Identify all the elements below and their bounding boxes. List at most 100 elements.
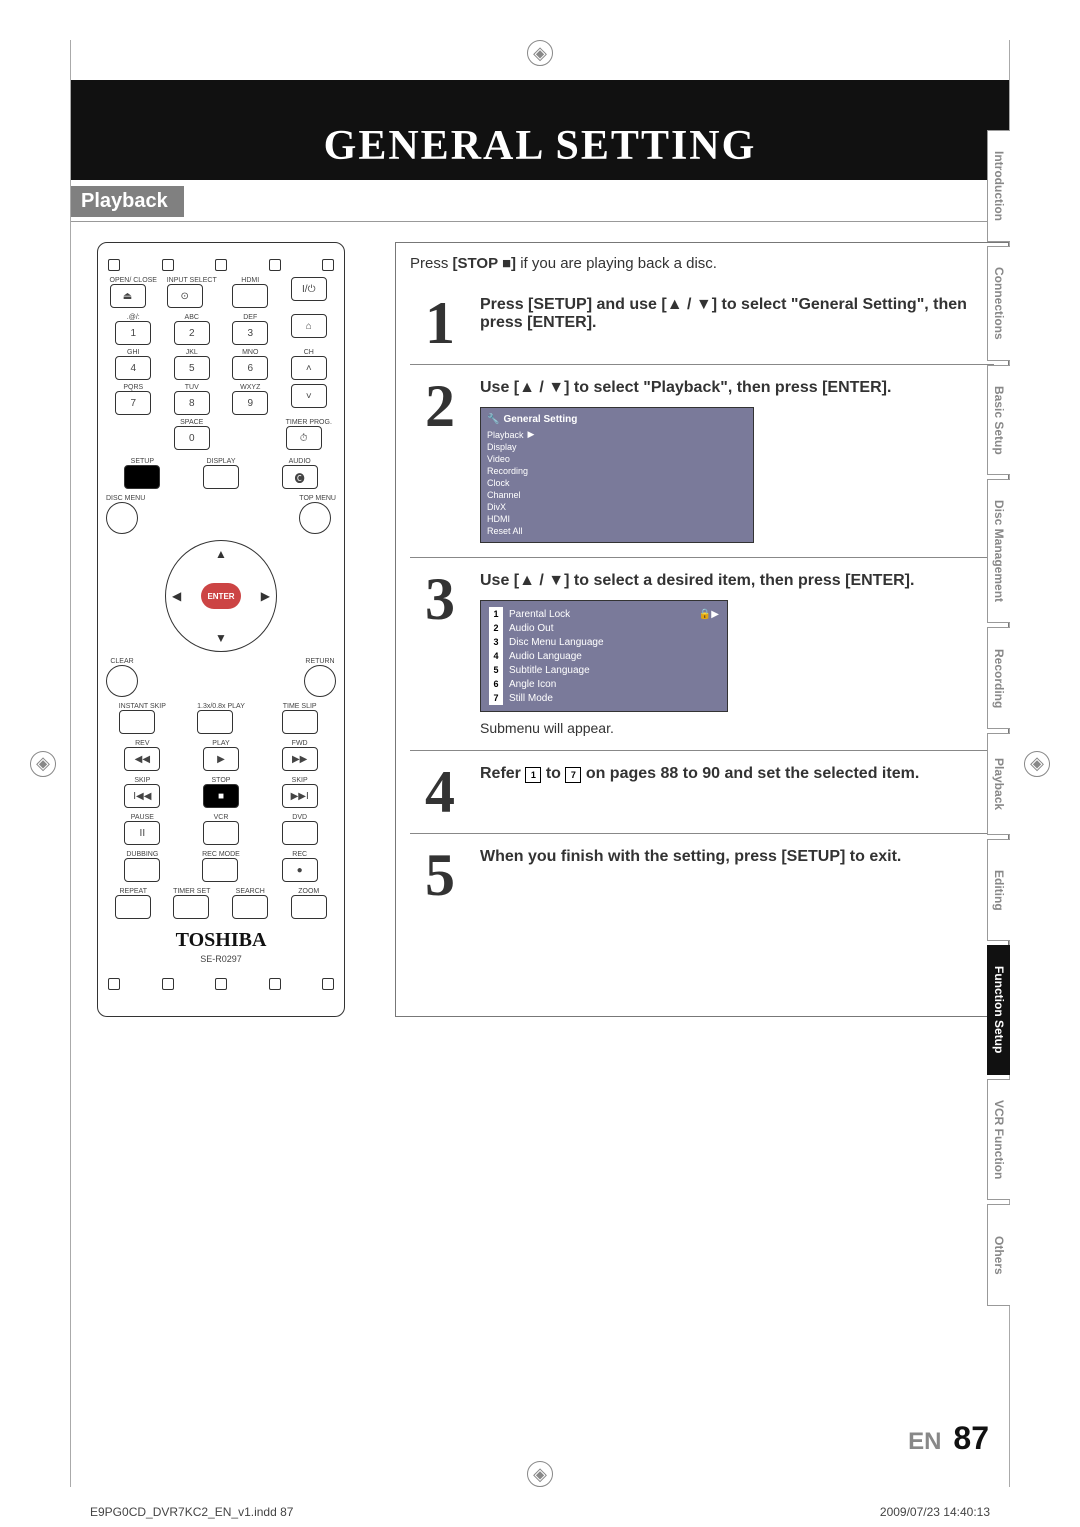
btn-disc-menu bbox=[106, 502, 138, 534]
btn-6: 6 bbox=[232, 356, 268, 380]
step-1: 1 Press [SETUP] and use [▲ / ▼] to selec… bbox=[410, 282, 994, 365]
page-number: EN 87 bbox=[908, 1420, 989, 1457]
step-5-text: When you finish with the setting, press … bbox=[480, 848, 901, 865]
btn-rev: ◀◀ bbox=[124, 747, 160, 771]
btn-5: 5 bbox=[174, 356, 210, 380]
play-icon: ▶ bbox=[528, 429, 535, 440]
btn-7: 7 bbox=[115, 391, 151, 415]
step-2-num: 2 bbox=[410, 379, 470, 543]
step-3-num: 3 bbox=[410, 572, 470, 736]
section-title: Playback bbox=[71, 186, 184, 217]
step-2: 2 Use [▲ / ▼] to select "Playback", then… bbox=[410, 365, 994, 558]
btn-dvd bbox=[282, 821, 318, 845]
btn-setup bbox=[124, 465, 160, 489]
btn-audio: 🅒 bbox=[282, 465, 318, 489]
crop-mark-left: ◈ bbox=[30, 751, 56, 777]
crop-mark-right: ◈ bbox=[1024, 751, 1050, 777]
btn-repeat bbox=[115, 895, 151, 919]
btn-power: I/⏻ bbox=[291, 277, 327, 301]
btn-4: 4 bbox=[115, 356, 151, 380]
btn-timer: ⏱ bbox=[286, 426, 322, 450]
btn-sat: ⌂ bbox=[291, 314, 327, 338]
step-2-text: Use [▲ / ▼] to select "Playback", then p… bbox=[480, 379, 891, 396]
general-setting-menu: 🔧General Setting Playback▶ Display Video… bbox=[480, 407, 754, 543]
btn-top-menu bbox=[299, 502, 331, 534]
page-title: GENERAL SETTING bbox=[324, 122, 757, 170]
lock-play-icon: 🔒▶ bbox=[699, 609, 719, 620]
remote-column: OPEN/ CLOSE⏏ INPUT SELECT⊙ HDMI I/⏻ .@/:… bbox=[71, 242, 371, 1017]
btn-hdmi-label: HDMI bbox=[232, 277, 268, 284]
btn-13x bbox=[197, 710, 233, 734]
step-3: 3 Use [▲ / ▼] to select a desired item, … bbox=[410, 558, 994, 751]
btn-open-close: ⏏ bbox=[110, 284, 146, 308]
btn-zoom bbox=[291, 895, 327, 919]
tab-basic-setup: Basic Setup bbox=[987, 365, 1010, 476]
tab-vcr-function: VCR Function bbox=[987, 1079, 1010, 1200]
submenu-caption: Submenu will appear. bbox=[480, 720, 994, 736]
section-row: Playback bbox=[71, 180, 1009, 222]
btn-ch-dn: ˅ bbox=[291, 384, 327, 408]
btn-open-close-label: OPEN/ CLOSE bbox=[110, 277, 157, 284]
step-1-text: Press [SETUP] and use [▲ / ▼] to select … bbox=[480, 296, 967, 331]
btn-skip-next: ▶▶I bbox=[282, 784, 318, 808]
tab-function-setup: Function Setup bbox=[987, 945, 1010, 1074]
tab-introduction: Introduction bbox=[987, 130, 1010, 242]
btn-9: 9 bbox=[232, 391, 268, 415]
tab-editing: Editing bbox=[987, 839, 1010, 941]
content-row: OPEN/ CLOSE⏏ INPUT SELECT⊙ HDMI I/⏻ .@/:… bbox=[71, 222, 1009, 1017]
btn-instant-skip bbox=[119, 710, 155, 734]
wrench-icon: 🔧 bbox=[487, 414, 499, 425]
btn-3: 3 bbox=[232, 321, 268, 345]
btn-vcr bbox=[203, 821, 239, 845]
btn-clear bbox=[106, 665, 138, 697]
btn-display bbox=[203, 465, 239, 489]
print-footer: E9PG0CD_DVR7KC2_EN_v1.indd 87 2009/07/23… bbox=[90, 1505, 990, 1519]
brand-logo: TOSHIBA bbox=[106, 929, 336, 952]
btn-8: 8 bbox=[174, 391, 210, 415]
btn-hdmi bbox=[232, 284, 268, 308]
title-bar: GENERAL SETTING bbox=[71, 80, 1009, 180]
remote-illustration: OPEN/ CLOSE⏏ INPUT SELECT⊙ HDMI I/⏻ .@/:… bbox=[97, 242, 345, 1017]
btn-search bbox=[232, 895, 268, 919]
btn-enter: ENTER bbox=[201, 583, 241, 609]
arrow-down-icon: ▼ bbox=[215, 631, 227, 645]
steps-box: Press [STOP ■] if you are playing back a… bbox=[395, 242, 1009, 1017]
step-5-num: 5 bbox=[410, 848, 470, 902]
btn-return bbox=[304, 665, 336, 697]
btn-0: 0 bbox=[174, 426, 210, 450]
arrow-left-icon: ◀ bbox=[172, 589, 181, 603]
tab-others: Others bbox=[987, 1204, 1010, 1306]
btn-rec-mode bbox=[202, 858, 238, 882]
intro-line: Press [STOP ■] if you are playing back a… bbox=[410, 251, 994, 282]
timestamp: 2009/07/23 14:40:13 bbox=[880, 1505, 990, 1519]
btn-dubbing bbox=[124, 858, 160, 882]
arrow-right-icon: ▶ bbox=[261, 589, 270, 603]
model-number: SE-R0297 bbox=[106, 954, 336, 964]
step-4-num: 4 bbox=[410, 765, 470, 819]
btn-input-select: ⊙ bbox=[167, 284, 203, 308]
btn-rec: ● bbox=[282, 858, 318, 882]
dpad: ▲ ▼ ◀ ▶ ENTER bbox=[165, 540, 277, 652]
step-4: 4 Refer 1 to 7 on pages 88 to 90 and set… bbox=[410, 751, 994, 834]
side-tabs: Introduction Connections Basic Setup Dis… bbox=[987, 130, 1010, 1306]
step-3-text: Use [▲ / ▼] to select a desired item, th… bbox=[480, 572, 914, 589]
btn-time-slip bbox=[282, 710, 318, 734]
page-frame: GENERAL SETTING Playback OPEN/ CLOSE⏏ IN… bbox=[70, 40, 1010, 1487]
tab-playback: Playback bbox=[987, 733, 1010, 835]
tab-recording: Recording bbox=[987, 627, 1010, 729]
btn-fwd: ▶▶ bbox=[282, 747, 318, 771]
file-name: E9PG0CD_DVR7KC2_EN_v1.indd 87 bbox=[90, 1505, 293, 1519]
btn-ch-up: ˄ bbox=[291, 356, 327, 380]
step-5: 5 When you finish with the setting, pres… bbox=[410, 834, 994, 916]
tab-disc-management: Disc Management bbox=[987, 479, 1010, 623]
step-1-num: 1 bbox=[410, 296, 470, 350]
btn-2: 2 bbox=[174, 321, 210, 345]
btn-skip-prev: I◀◀ bbox=[124, 784, 160, 808]
btn-play: ▶ bbox=[203, 747, 239, 771]
btn-input-select-label: INPUT SELECT bbox=[167, 277, 217, 284]
btn-pause: II bbox=[124, 821, 160, 845]
tab-connections: Connections bbox=[987, 246, 1010, 361]
playback-submenu: 1Parental Lock🔒▶ 2Audio Out 3Disc Menu L… bbox=[480, 600, 728, 712]
btn-stop: ■ bbox=[203, 784, 239, 808]
btn-timer-set bbox=[173, 895, 209, 919]
